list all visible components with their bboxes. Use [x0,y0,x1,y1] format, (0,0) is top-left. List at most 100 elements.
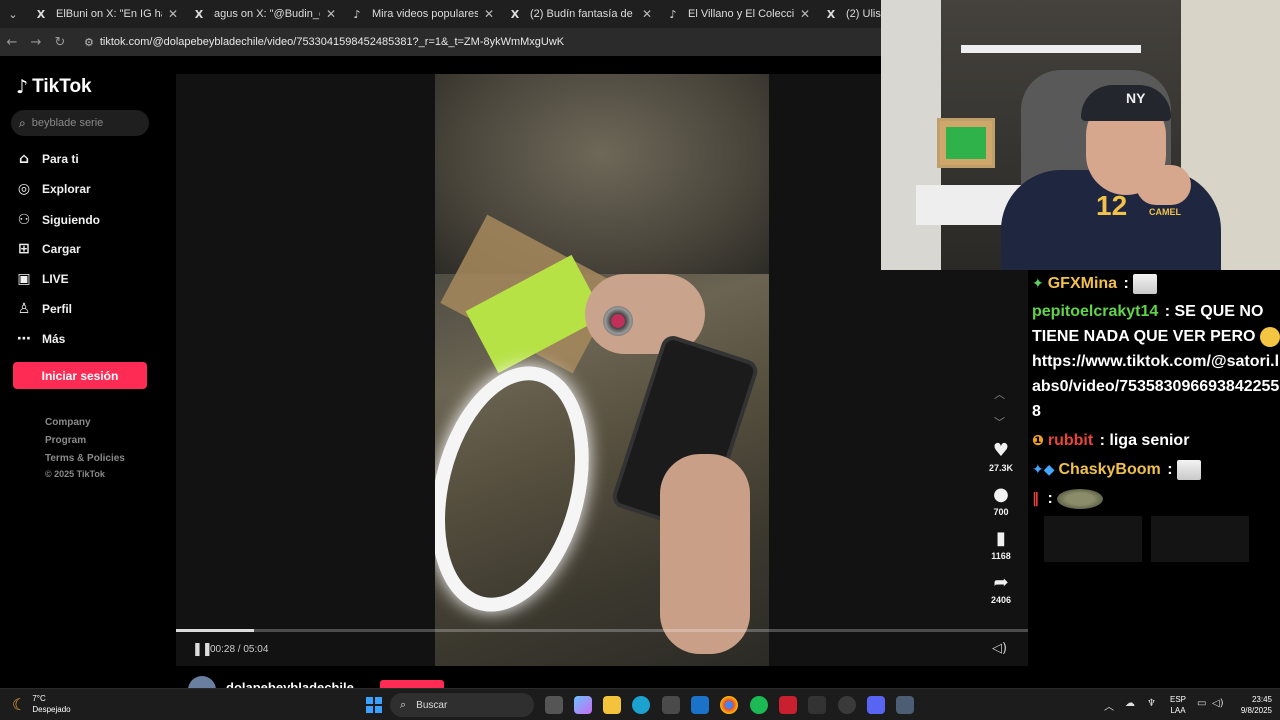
previous-video-icon[interactable]: ︿ [994,386,1005,402]
media-app-icon[interactable] [779,696,797,714]
file-explorer-icon[interactable] [603,696,621,714]
browser-tab[interactable]: ♪ El Villano y El Coleccionista: Ed ✕ [658,0,816,28]
share-button[interactable]: ➦ 2406 [982,572,1020,605]
browser-tab[interactable]: X agus on X: "@Budin_chigurh ht ✕ [184,0,342,28]
chat-badge-icon: ❶ [1032,433,1044,449]
x-logo-icon: X [194,7,204,21]
sidebar-item-perfil[interactable]: ♙ Perfil [16,301,72,317]
cat-emote [1133,273,1158,294]
next-video-icon[interactable]: ﹀ [994,414,1005,430]
save-button[interactable]: ▮ 1168 [982,528,1020,561]
pause-icon[interactable]: ❚❚ [192,642,213,657]
url-field[interactable]: ⚙ tiktok.com/@dolapebeybladechile/video/… [84,31,964,53]
speaker-icon[interactable]: ◁) [1212,698,1224,709]
system-clock[interactable]: 23:45 9/8/2025 [1228,694,1272,716]
volume-icon[interactable]: ◁) [992,641,1007,656]
close-tab-icon[interactable]: ✕ [800,7,810,21]
chat-username: rubbit [1047,432,1094,449]
close-tab-icon[interactable]: ✕ [168,7,178,21]
chat-empty-slot [1151,516,1249,562]
author-row: dolapebeybladechile [176,666,1028,688]
lang-top: ESP [1170,695,1187,704]
forward-icon[interactable]: → [24,35,48,50]
footer-link-terms[interactable]: Terms & Policies [45,453,125,464]
webcam-overlay: 12 CAMEL NY [881,0,1280,270]
weather-widget[interactable]: ☾ 7°C Despejado [12,693,71,715]
outlook-icon[interactable] [691,696,709,714]
comment-icon: ● [993,484,1009,505]
weather-desc: Despejado [32,705,71,714]
more-icon: ⋯ [17,331,31,347]
network-icon[interactable]: ▭ [1197,698,1206,709]
site-info-icon[interactable]: ⚙ [84,36,94,49]
browser-tab[interactable]: X ElBuni on X: "En IG hay un subm ✕ [26,0,184,28]
chat-message: pepitoelcrakyt14 : SE QUE NO TIENE NADA … [1032,303,1280,420]
weather-moon-icon: ☾ [12,694,27,714]
shirt-brand: CAMEL [1149,207,1181,217]
compass-icon: ◎ [17,181,31,197]
chat-message: ✦◆ ChaskyBoom : [1032,457,1280,483]
tab-search-chevron-icon[interactable]: ⌄ [0,0,26,28]
chrome-icon[interactable] [720,696,738,714]
url-text: tiktok.com/@dolapebeybladechile/video/75… [99,36,565,48]
like-button[interactable]: ♥ 27.3K [982,440,1020,473]
chat-link: https://www.tiktok.com/@satori.labs0/vid… [1032,353,1280,420]
tab-title: Mira videos populares selecci [372,8,478,20]
close-tab-icon[interactable]: ✕ [642,7,652,21]
x-logo-icon: X [36,7,46,21]
sidebar-item-label: Más [42,332,66,346]
onedrive-icon[interactable]: ☁ [1125,698,1135,709]
author-name[interactable]: dolapebeybladechile [226,680,354,688]
microphone-icon[interactable]: ♆ [1147,698,1156,709]
settings-icon[interactable] [896,696,914,714]
video-frame[interactable] [435,74,769,666]
sidebar-item-label: Cargar [42,242,81,256]
sidebar-item-explorar[interactable]: ◎ Explorar [16,181,91,197]
discord-icon[interactable] [867,696,885,714]
footer-link-company[interactable]: Company [45,417,91,428]
live-icon: ▣ [17,271,31,287]
keyboard-language[interactable]: ESP LAA [1170,694,1186,716]
avatar[interactable] [188,676,216,688]
video-progress-fill [176,629,255,632]
spotify-icon[interactable] [750,696,768,714]
search-input[interactable]: ⌕ beyblade serie [11,110,149,136]
profile-icon: ♙ [17,301,31,317]
chat-message: ✦ GFXMina : [1032,271,1280,297]
edge-icon[interactable] [632,696,650,714]
chat-message: ❶ rubbit : liga senior [1032,428,1280,454]
video-scene-arm [660,454,750,654]
sidebar-item-siguiendo[interactable]: ⚇ Siguiendo [16,212,100,228]
login-button[interactable]: Iniciar sesión [13,362,147,389]
follow-button[interactable] [380,680,444,688]
video-progress-bar[interactable] [176,629,1028,632]
close-tab-icon[interactable]: ✕ [484,7,494,21]
windows-start-button[interactable] [366,697,382,713]
back-icon[interactable]: ← [0,35,24,50]
browser-tab[interactable]: ♪ Mira videos populares selecci ✕ [342,0,500,28]
sidebar-item-mas[interactable]: ⋯ Más [16,331,65,347]
comment-button[interactable]: ● 700 [982,484,1020,517]
sidebar-item-live[interactable]: ▣ LIVE [16,271,68,287]
store-icon[interactable] [662,696,680,714]
task-view-icon[interactable] [545,696,563,714]
copilot-icon[interactable] [574,696,592,714]
tiktok-logo[interactable]: ♪ TikTok [16,76,92,98]
share-icon: ➦ [993,572,1009,593]
reload-icon[interactable]: ↻ [48,35,72,50]
sidebar-item-cargar[interactable]: ⊞ Cargar [16,241,81,257]
video-scene-beyblade [603,306,633,336]
browser-tab[interactable]: X (2) Budín fantasía de limón on ✕ [500,0,658,28]
clock-date: 9/8/2025 [1240,706,1272,715]
close-tab-icon[interactable]: ✕ [326,7,336,21]
like-count: 27.3K [988,463,1014,473]
taskbar-search[interactable]: ⌕ Buscar [390,693,534,717]
tray-chevron-icon[interactable]: ︿ [1104,698,1114,713]
sidebar-item-para-ti[interactable]: ⌂ Para ti [16,151,79,167]
search-icon: ⌕ [19,115,26,130]
chat-badge-icon: ✦ [1032,276,1044,292]
heart-icon: ♥ [992,440,1010,461]
obs-icon[interactable] [838,696,856,714]
footer-link-program[interactable]: Program [45,435,86,446]
app-icon[interactable] [808,696,826,714]
